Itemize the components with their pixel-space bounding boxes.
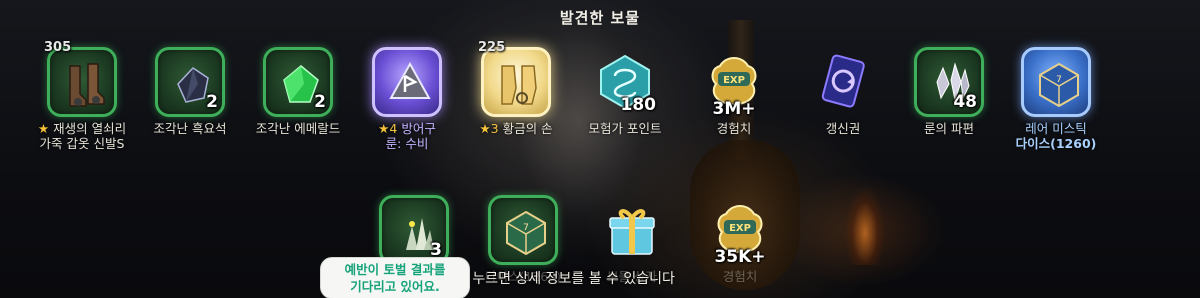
reward-item-mystic-dice[interactable]: 7 레어 미스틱 다이스(1260) — [1006, 47, 1106, 151]
reward-icon-frame: 48 — [914, 47, 984, 117]
waiting-speech-bubble: 예반이 토벌 결과를 기다리고 있어요. — [320, 257, 470, 298]
item-level: 225 — [478, 40, 506, 55]
item-label: 경험치 — [716, 121, 752, 136]
reward-icon-frame — [597, 195, 667, 265]
rune-icon — [389, 61, 431, 99]
reward-icon-frame — [808, 47, 878, 117]
item-level: 305 — [44, 40, 72, 55]
reward-item-renewal-ticket[interactable]: 갱신권 — [793, 47, 893, 136]
item-label: 경험치 — [722, 269, 758, 284]
svg-text:7: 7 — [523, 223, 529, 233]
background-torch — [845, 185, 885, 265]
reward-icon-frame: 7 — [488, 195, 558, 265]
svg-text:EXP: EXP — [723, 75, 745, 86]
reward-icon-frame: 7 — [1021, 47, 1091, 117]
item-label: ★3 황금의 손 — [479, 121, 553, 136]
item-label: 조각난 에메랄드 — [255, 121, 341, 136]
mystic-dice-icon: 7 — [506, 210, 546, 256]
item-label: 룬의 파편 — [924, 121, 974, 136]
item-label: 레어 미스틱 다이스(1260) — [1015, 121, 1097, 151]
reward-item-rune[interactable]: ★4 방어구 룬: 수비 — [357, 47, 457, 151]
reward-icon-frame: 3 — [379, 195, 449, 265]
boots-icon — [69, 63, 105, 107]
item-count: 180 — [620, 95, 657, 115]
item-count: 35K+ — [714, 247, 766, 267]
reward-icon-frame: 305 — [44, 40, 117, 117]
detail-hint-text: 을 누르면 상세 정보를 볼 수 있습니다 — [455, 271, 675, 287]
item-label: 모험가 포인트 — [588, 121, 662, 136]
mystic-dice-icon: 7 — [1039, 62, 1079, 108]
reward-item-rune-fragment[interactable]: 48 룬의 파편 — [899, 47, 999, 136]
item-label: 조각난 흑요석 — [153, 121, 227, 136]
reward-item-boots[interactable]: 305 ★ 재생의 열쇠리 가죽 갑옷 신발S — [32, 40, 132, 151]
reward-item-emerald[interactable]: 2 조각난 에메랄드 — [248, 47, 348, 136]
reward-icon-frame — [372, 47, 442, 117]
reward-icon-frame: 2 — [263, 47, 333, 117]
item-count: 48 — [953, 92, 977, 112]
reward-item-obsidian[interactable]: 2 조각난 흑요석 — [140, 47, 240, 136]
reward-icon-frame: 180 — [590, 47, 660, 117]
item-count: 2 — [314, 92, 326, 112]
reward-item-golden-gloves[interactable]: 225 ★3 황금의 손 — [466, 40, 566, 136]
reward-item-exp-2[interactable]: EXP 35K+ 경험치 — [690, 195, 790, 284]
reward-item-exp[interactable]: EXP 3M+ 경험치 — [684, 47, 784, 136]
item-label: ★ 재생의 열쇠리 가죽 갑옷 신발S — [37, 121, 127, 151]
reward-icon-frame: EXP 35K+ — [705, 195, 775, 267]
page-title: 발견한 보물 — [559, 9, 641, 27]
golden-gloves-icon — [501, 65, 537, 105]
reward-icon-frame: EXP 3M+ — [699, 47, 769, 119]
item-label: 갱신권 — [825, 121, 861, 136]
reward-icon-frame: 2 — [155, 47, 225, 117]
renewal-ticket-icon — [821, 54, 865, 108]
item-count: 3M+ — [712, 99, 756, 119]
item-label: ★4 방어구 룬: 수비 — [378, 121, 436, 151]
item-count: 2 — [206, 92, 218, 112]
svg-text:7: 7 — [1056, 75, 1062, 85]
reward-icon-frame: 225 — [478, 40, 551, 117]
gift-box-icon — [609, 209, 655, 255]
svg-text:EXP: EXP — [729, 223, 751, 234]
reward-item-crystal-cluster[interactable]: 3 — [364, 195, 464, 265]
reward-item-adventurer-point[interactable]: 180 모험가 포인트 — [575, 47, 675, 136]
